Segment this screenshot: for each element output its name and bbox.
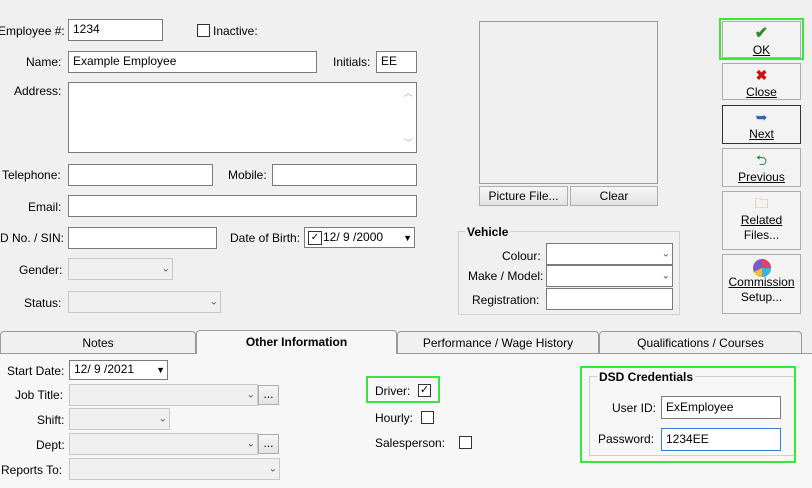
id-sin-label: D No. / SIN:: [0, 231, 65, 245]
previous-arrow-icon: ⮌: [755, 152, 768, 168]
status-label: Status:: [24, 296, 62, 310]
colour-select[interactable]: ⌄: [546, 243, 673, 265]
name-input[interactable]: Example Employee: [68, 51, 317, 73]
related-files-label-1: Related: [740, 213, 783, 227]
status-select[interactable]: ⌄: [68, 291, 221, 313]
chevron-down-icon: ⌄: [158, 413, 167, 425]
chevron-down-icon: ⌄: [661, 270, 670, 282]
registration-input[interactable]: [546, 288, 673, 310]
chevron-down-icon: ⌄: [268, 463, 277, 475]
salesperson-checkbox[interactable]: [459, 436, 472, 449]
start-date-picker[interactable]: 12/ 9 /2021 ▼: [69, 360, 168, 380]
hourly-label: Hourly:: [375, 411, 414, 425]
reports-to-select[interactable]: ⌄: [69, 458, 280, 480]
mobile-input[interactable]: [272, 164, 417, 186]
next-button[interactable]: ➥ Next: [722, 105, 801, 144]
id-sin-input[interactable]: [68, 227, 217, 249]
related-files-button[interactable]: 🗀 Related Files...: [722, 191, 801, 250]
dept-select[interactable]: ⌄: [69, 433, 258, 455]
make-model-label: Make / Model:: [468, 269, 544, 283]
shift-label: Shift:: [37, 413, 65, 427]
ok-highlight: [719, 18, 804, 60]
next-arrow-icon: ➥: [755, 109, 768, 125]
next-label: Next: [749, 127, 774, 141]
chevron-down-icon: ⌄: [246, 438, 255, 450]
telephone-label: Telephone:: [2, 168, 61, 182]
tab-other-information[interactable]: Other Information: [196, 330, 397, 354]
previous-label: Previous: [738, 170, 785, 184]
dob-value: 12/ 9 /2000: [323, 230, 384, 244]
gender-select[interactable]: ⌄: [68, 258, 173, 280]
address-textarea[interactable]: ︿ ﹀: [68, 82, 417, 153]
name-label: Name:: [26, 55, 62, 69]
scroll-up-icon[interactable]: ︿: [404, 86, 413, 99]
employee-no-label: Employee #:: [0, 24, 65, 38]
dob-datepicker[interactable]: ✓ 12/ 9 /2000 ▼: [304, 227, 415, 248]
mobile-label: Mobile:: [228, 168, 267, 182]
close-label: Close: [746, 85, 777, 99]
start-date-value: 12/ 9 /2021: [74, 362, 135, 376]
registration-label: Registration:: [472, 293, 540, 307]
job-title-select[interactable]: ⌄: [69, 384, 258, 406]
close-button[interactable]: ✖ Close: [722, 63, 801, 100]
folder-icon: 🗀: [754, 195, 769, 211]
commission-icon: [723, 258, 800, 277]
dropdown-arrow-icon[interactable]: ▼: [156, 365, 165, 375]
inactive-checkbox[interactable]: [197, 24, 210, 37]
dob-checkbox[interactable]: ✓: [308, 231, 322, 245]
commission-label-2: Setup...: [740, 290, 783, 304]
clear-picture-button[interactable]: Clear: [570, 186, 658, 206]
scroll-down-icon[interactable]: ﹀: [404, 136, 413, 149]
employee-no-input[interactable]: 1234: [68, 19, 163, 41]
hourly-checkbox[interactable]: [421, 411, 434, 424]
tab-performance-wage-history[interactable]: Performance / Wage History: [397, 331, 599, 353]
address-label: Address:: [14, 84, 62, 98]
email-input[interactable]: [68, 195, 417, 217]
inactive-label: Inactive:: [213, 24, 258, 38]
shift-select[interactable]: ⌄: [69, 408, 170, 430]
dept-browse-button[interactable]: ...: [258, 434, 279, 454]
dsd-highlight: [580, 366, 796, 463]
dept-label: Dept:: [36, 438, 65, 452]
gender-label: Gender:: [19, 263, 63, 277]
dropdown-arrow-icon[interactable]: ▼: [403, 233, 412, 243]
telephone-input[interactable]: [68, 164, 213, 186]
salesperson-label: Salesperson:: [375, 436, 446, 450]
commission-setup-button[interactable]: Commission Setup...: [722, 254, 801, 314]
previous-button[interactable]: ⮌ Previous: [722, 148, 801, 187]
chevron-down-icon: ⌄: [209, 296, 218, 308]
tab-qualifications-courses[interactable]: Qualifications / Courses: [599, 331, 802, 353]
initials-label: Initials:: [333, 55, 371, 69]
tab-notes[interactable]: Notes: [0, 331, 196, 353]
make-model-select[interactable]: ⌄: [546, 265, 673, 287]
vehicle-title: Vehicle: [465, 225, 511, 239]
picture-box: [479, 21, 658, 184]
picture-file-button[interactable]: Picture File...: [479, 186, 568, 206]
chevron-down-icon: ⌄: [246, 389, 255, 401]
reports-to-label: Reports To:: [1, 463, 63, 477]
job-title-browse-button[interactable]: ...: [258, 385, 279, 405]
related-files-label-2: Files...: [743, 228, 780, 242]
start-date-label: Start Date:: [7, 364, 65, 378]
close-icon: ✖: [755, 67, 768, 83]
email-label: Email:: [28, 200, 62, 214]
chevron-down-icon: ⌄: [161, 263, 170, 275]
commission-label-1: Commission: [728, 275, 795, 289]
colour-label: Colour:: [502, 249, 541, 263]
job-title-label: Job Title:: [15, 388, 64, 402]
driver-highlight: [366, 376, 440, 403]
initials-input[interactable]: EE: [376, 51, 417, 73]
dob-label: Date of Birth:: [230, 231, 301, 245]
chevron-down-icon: ⌄: [661, 248, 670, 260]
